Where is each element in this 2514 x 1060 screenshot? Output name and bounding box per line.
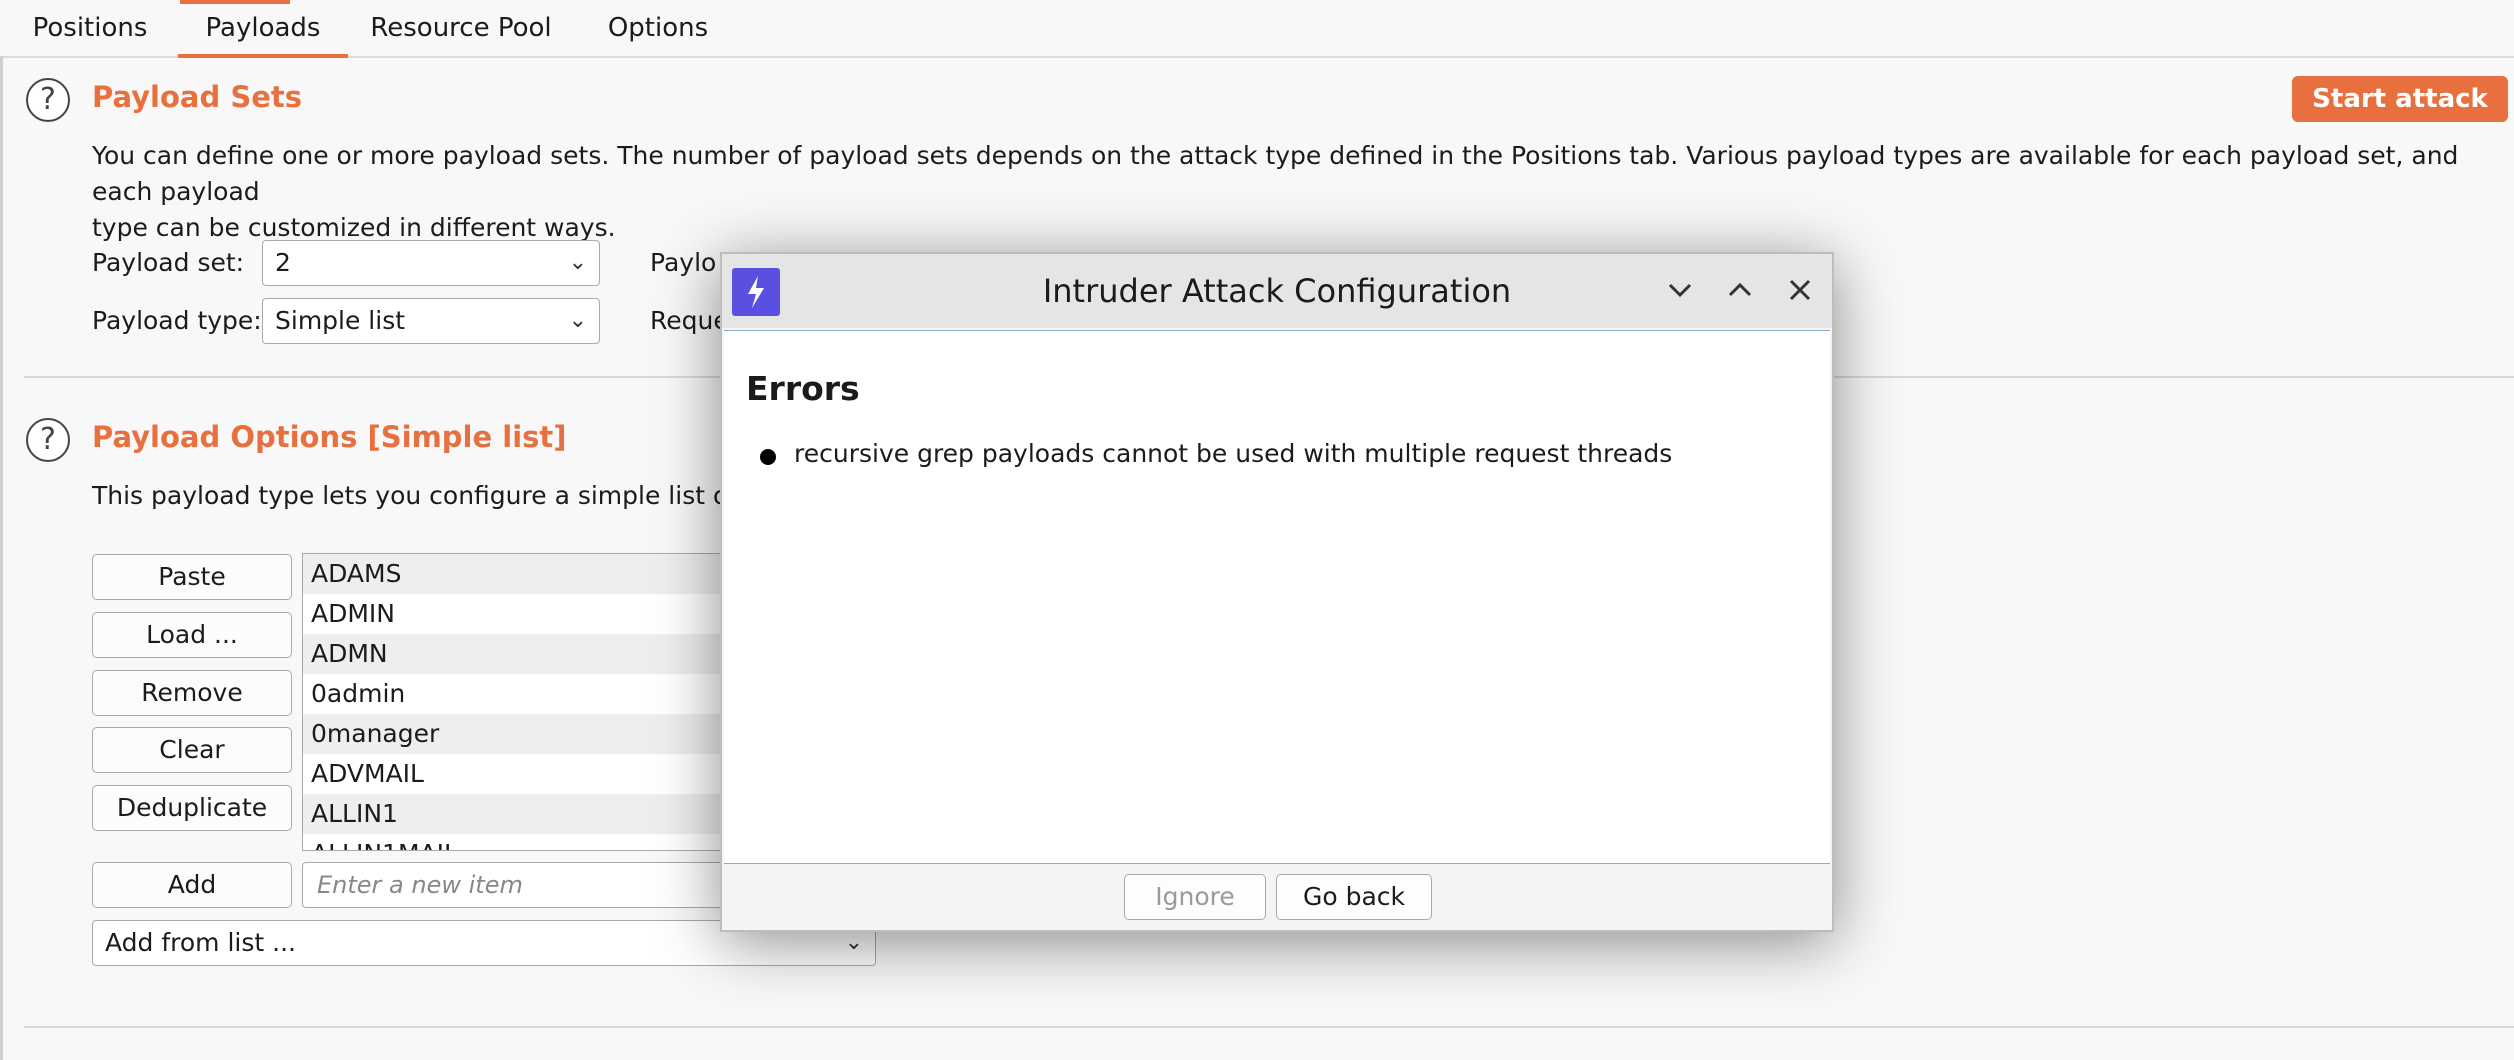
list-item[interactable]: 0manager (303, 714, 761, 754)
payload-set-select[interactable]: 2 ⌄ (262, 240, 600, 286)
payload-options-description: This payload type lets you configure a s… (92, 481, 768, 510)
error-message: recursive grep payloads cannot be used w… (794, 439, 1673, 468)
help-icon[interactable]: ? (26, 418, 70, 462)
clear-button[interactable]: Clear (92, 727, 292, 773)
payload-sets-description: You can define one or more payload sets.… (92, 141, 2459, 242)
list-item[interactable]: ADAMS (303, 554, 761, 594)
tab-options[interactable]: Options (600, 0, 716, 56)
chevron-down-icon: ⌄ (568, 308, 587, 333)
new-item-input[interactable]: Enter a new item (302, 862, 762, 908)
list-item[interactable]: ALLIN1 (303, 794, 761, 834)
list-item[interactable]: 0admin (303, 674, 761, 714)
section-divider (24, 1026, 2514, 1028)
payload-count-label: Paylo (650, 248, 717, 277)
payload-set-label: Payload set: (92, 248, 245, 277)
add-button[interactable]: Add (92, 862, 292, 908)
burp-logo-icon (732, 268, 780, 316)
attack-config-dialog: Intruder Attack Configuration Errors rec… (720, 252, 1834, 932)
list-item[interactable]: ADMN (303, 634, 761, 674)
tab-positions[interactable]: Positions (20, 0, 160, 56)
list-item[interactable]: ADMIN (303, 594, 761, 634)
ignore-button[interactable]: Ignore (1124, 874, 1266, 920)
payload-type-label: Payload type: (92, 306, 262, 335)
remove-button[interactable]: Remove (92, 670, 292, 716)
payload-sets-title: Payload Sets (92, 80, 303, 114)
tab-payloads[interactable]: Payloads (178, 0, 348, 58)
tab-resource-pool[interactable]: Resource Pool (368, 0, 554, 56)
payload-type-select[interactable]: Simple list ⌄ (262, 298, 600, 344)
payload-list[interactable]: ADAMS ADMIN ADMN 0admin 0manager ADVMAIL… (302, 553, 762, 851)
go-back-button[interactable]: Go back (1276, 874, 1432, 920)
list-item[interactable]: ALLIN1MAIL (303, 834, 761, 850)
start-attack-button[interactable]: Start attack (2292, 76, 2508, 122)
load-button[interactable]: Load ... (92, 612, 292, 658)
chevron-down-icon: ⌄ (568, 250, 587, 275)
deduplicate-button[interactable]: Deduplicate (92, 785, 292, 831)
left-edge-border (0, 56, 3, 1060)
close-icon[interactable] (1780, 270, 1820, 310)
dialog-body: Errors recursive grep payloads cannot be… (724, 330, 1830, 864)
paste-button[interactable]: Paste (92, 554, 292, 600)
dialog-titlebar[interactable]: Intruder Attack Configuration (722, 254, 1832, 328)
maximize-icon[interactable] (1720, 270, 1760, 310)
payload-options-title: Payload Options [Simple list] (92, 420, 567, 454)
errors-heading: Errors (746, 369, 860, 408)
minimize-icon[interactable] (1660, 270, 1700, 310)
tab-bar: Positions Payloads Resource Pool Options (0, 0, 2514, 58)
list-item[interactable]: ADVMAIL (303, 754, 761, 794)
help-icon[interactable]: ? (26, 78, 70, 122)
request-count-label: Reque (650, 306, 729, 335)
bullet-icon (760, 449, 776, 465)
